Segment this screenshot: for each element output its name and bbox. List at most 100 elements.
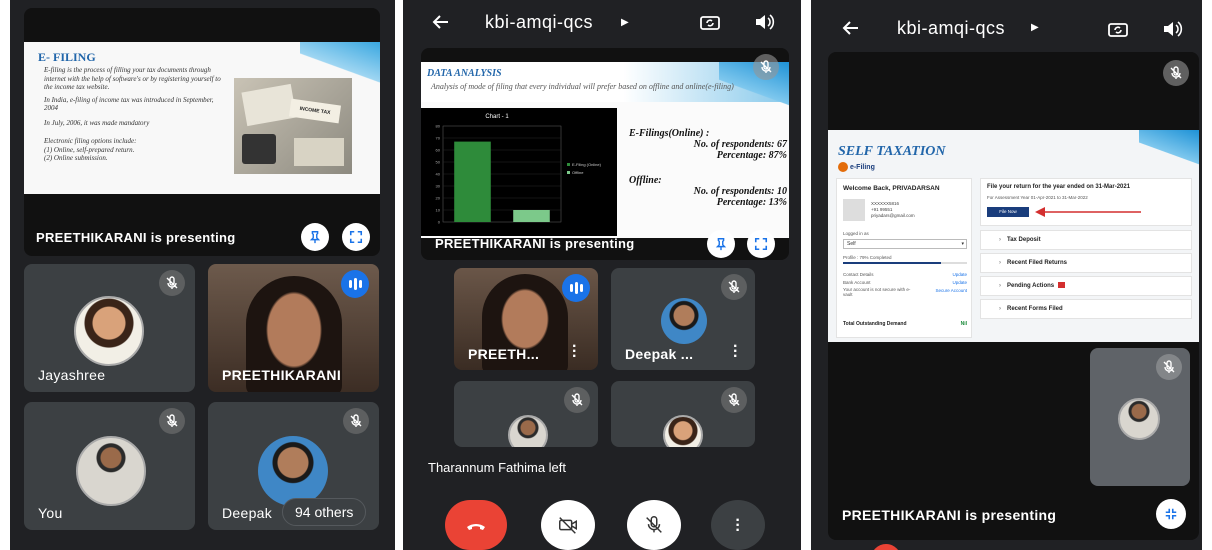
participant-tile[interactable]: [454, 381, 598, 447]
section-label: Tax Deposit: [1007, 237, 1041, 243]
photo-text: INCOME TAX: [288, 98, 342, 124]
file-now-button[interactable]: File Now: [987, 207, 1029, 217]
back-arrow-icon[interactable]: [841, 18, 861, 38]
back-arrow-icon[interactable]: [431, 12, 451, 32]
meeting-code[interactable]: kbi-amqi-qcs: [485, 12, 593, 33]
slide-title: DATA ANALYSIS: [427, 68, 502, 79]
offline-heading: Offline:: [629, 175, 662, 186]
top-bar: kbi-amqi-qcs ▶: [403, 0, 801, 44]
meeting-code[interactable]: kbi-amqi-qcs: [897, 18, 1005, 39]
bullet-item: E-filing is the process of filling your …: [44, 66, 221, 91]
participant-left-toast: Tharannum Fathima left: [428, 460, 567, 475]
participant-tile-speaking[interactable]: PREETHIKARANI: [208, 264, 379, 392]
avatar: [661, 298, 707, 344]
presenting-label: PREETHIKARANI is presenting: [435, 236, 635, 251]
presentation-tile[interactable]: DATA ANALYSIS Analysis of mode of filing…: [421, 48, 789, 260]
mic-off-icon: [1156, 354, 1182, 380]
participant-tile[interactable]: [611, 381, 755, 447]
more-vert-icon: · · ·: [735, 511, 741, 539]
self-view-tile[interactable]: [1090, 348, 1190, 486]
update-link[interactable]: Update: [952, 279, 967, 287]
speaking-indicator-icon: [341, 270, 369, 298]
y-tick-label: 40: [436, 172, 441, 177]
sub-item: (1) Online, self-prepared return.: [44, 145, 135, 154]
section-row[interactable]: › Recent Filed Returns: [980, 253, 1192, 273]
participant-tile[interactable]: Deepak 94 others: [208, 402, 379, 530]
assessment-year: For Assessment Year 01-Apr-2021 to 31-Ma…: [987, 195, 1088, 200]
secure-account-link[interactable]: Secure Account: [935, 287, 967, 295]
offline-percentage: Percentage: 13%: [716, 197, 787, 208]
y-tick-label: 50: [436, 160, 441, 165]
slide-title: SELF TAXATION: [838, 144, 946, 159]
online-heading: E-Filings(Online) :: [629, 128, 710, 139]
logged-as-label: Logged in as: [843, 231, 869, 236]
presenting-label: PREETHIKARANI is presenting: [36, 230, 236, 245]
mic-toggle-button[interactable]: [627, 500, 681, 550]
others-badge[interactable]: 94 others: [282, 498, 367, 526]
offline-respondents: No. of respondents: 10: [693, 186, 787, 197]
pin-icon: [715, 238, 727, 251]
mic-off-icon: [646, 516, 662, 533]
speaker-icon[interactable]: [1161, 18, 1183, 40]
switch-camera-icon[interactable]: [1107, 18, 1129, 40]
participant-tile[interactable]: You: [24, 402, 195, 530]
mic-off-icon: [159, 270, 185, 296]
bullet-item: In India, e-filing of income tax was int…: [44, 95, 214, 113]
mic-off-icon: [343, 408, 369, 434]
section-row[interactable]: › Tax Deposit: [980, 230, 1192, 250]
camera-toggle-button[interactable]: [541, 500, 595, 550]
outstanding-row: Total Outstanding Demand Nil: [843, 321, 967, 327]
file-heading: File your return for the year ended on 3…: [987, 184, 1131, 190]
stats-block: E-Filings(Online) : No. of respondents: …: [629, 128, 787, 208]
logo-emblem-icon: [838, 162, 848, 172]
dashboard-sections: › Tax Deposit › Recent Filed Returns › Pend…: [980, 230, 1192, 319]
outstanding-label: Total Outstanding Demand: [843, 321, 907, 327]
chevron-right-icon: ›: [999, 260, 1001, 266]
y-tick-label: 20: [436, 196, 441, 201]
profile-progress-label: Profile : 79% Completed: [843, 255, 892, 260]
participant-tile[interactable]: Jayashree: [24, 264, 195, 392]
presentation-tile[interactable]: E- FILING E-filing is the process of fil…: [24, 8, 380, 256]
speaker-icon[interactable]: [753, 11, 775, 33]
fullscreen-button[interactable]: [342, 223, 370, 251]
avatar: [76, 436, 146, 506]
more-options-button[interactable]: · · ·: [711, 500, 765, 550]
pin-button[interactable]: [301, 223, 329, 251]
top-bar: kbi-amqi-qcs ▶: [811, 0, 1202, 44]
participant-name: PREETHIKARANI: [222, 367, 342, 383]
exit-fullscreen-button[interactable]: [1156, 499, 1186, 529]
more-options-icon[interactable]: · · ·: [733, 339, 738, 365]
section-row[interactable]: › Pending Actions: [980, 276, 1192, 296]
profile-photo: [843, 199, 865, 221]
efiling-logo: e-Filing: [838, 162, 875, 172]
profile-card: Welcome Back, PRIVADARSAN XXXXXX5816 +91…: [836, 178, 972, 338]
fullscreen-button[interactable]: [747, 230, 775, 258]
hang-up-icon: [467, 524, 485, 530]
legend-label: E-Filing (Online): [572, 162, 602, 167]
caret-right-icon[interactable]: ▶: [1031, 22, 1039, 33]
chevron-right-icon: ›: [999, 306, 1001, 312]
participant-tile-speaking[interactable]: PREETH... · · ·: [454, 268, 598, 370]
mic-off-icon: [753, 54, 779, 80]
end-call-button[interactable]: [445, 500, 507, 550]
online-percentage: Percentage: 87%: [716, 150, 787, 161]
profile-details: XXXXXX5816 +91 99551 priyadars@gmail.com: [871, 201, 915, 219]
switch-camera-icon[interactable]: [699, 11, 721, 33]
chart-title: Chart - 1: [485, 114, 509, 120]
middle-meet-screen: kbi-amqi-qcs ▶ DATA ANALYSIS Analysis of…: [403, 0, 801, 550]
more-options-icon[interactable]: · · ·: [572, 339, 577, 365]
fullscreen-icon: [349, 230, 363, 244]
presentation-tile[interactable]: SELF TAXATION e-Filing Welcome Back, PRI…: [828, 52, 1199, 540]
caret-right-icon[interactable]: ▶: [621, 17, 629, 28]
participant-tile[interactable]: Deepak ... · · ·: [611, 268, 755, 370]
update-link[interactable]: Update: [952, 271, 967, 279]
end-call-button-partial[interactable]: [871, 544, 901, 550]
logged-as-select[interactable]: Self ▾: [843, 239, 967, 249]
profile-links: Contact Details Update Bank Account Update…: [843, 271, 967, 299]
legend-label: Offline: [572, 170, 584, 175]
bar: [513, 210, 550, 222]
mic-off-icon: [159, 408, 185, 434]
y-tick-label: 0: [438, 220, 441, 225]
section-row[interactable]: › Recent Forms Filed: [980, 299, 1192, 319]
pin-button[interactable]: [707, 230, 735, 258]
